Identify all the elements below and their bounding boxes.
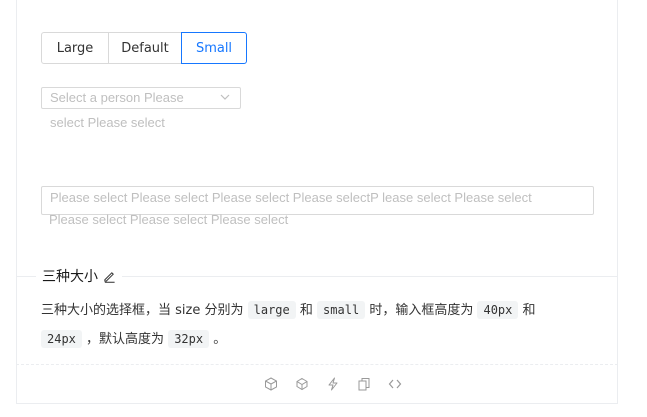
desc-text: 和 bbox=[522, 303, 536, 318]
copy-icon[interactable] bbox=[355, 375, 373, 393]
size-large-button[interactable]: Large bbox=[41, 32, 109, 64]
code-24px: 24px bbox=[41, 330, 82, 348]
code-large: large bbox=[247, 301, 296, 319]
chevron-down-icon bbox=[220, 94, 230, 100]
desc-text: 和 bbox=[299, 303, 313, 318]
wide-select-placeholder-overflow: Please select Please select Please selec… bbox=[49, 212, 289, 227]
code-small: small bbox=[317, 301, 366, 319]
codepen-icon[interactable] bbox=[293, 375, 311, 393]
small-select[interactable]: Select a person Please bbox=[41, 87, 241, 109]
code-actions bbox=[262, 375, 404, 393]
demo-meta-title: 三种大小 bbox=[36, 266, 122, 286]
wide-select[interactable]: Please select Please select Please selec… bbox=[41, 186, 594, 215]
codesandbox-icon[interactable] bbox=[262, 375, 280, 393]
desc-text: ，默认高度为 bbox=[86, 332, 165, 347]
desc-text: 时，输入框高度为 bbox=[369, 303, 474, 318]
code-40px: 40px bbox=[477, 301, 519, 319]
wide-select-placeholder: Please select Please select Please selec… bbox=[50, 190, 532, 205]
small-select-placeholder: Select a person Please bbox=[50, 90, 184, 105]
stackblitz-icon[interactable] bbox=[324, 375, 342, 393]
small-select-placeholder-overflow: select Please select bbox=[50, 115, 165, 130]
desc-text: 。 bbox=[213, 332, 227, 347]
code-32px: 32px bbox=[168, 330, 210, 348]
desc-text: 三种大小的选择框，当 size 分别为 bbox=[41, 303, 244, 318]
size-default-button[interactable]: Default bbox=[108, 32, 182, 64]
demo-description: 三种大小的选择框，当 size 分别为 large 和 small 时，输入框高… bbox=[41, 296, 591, 354]
size-small-button[interactable]: Small bbox=[181, 32, 247, 64]
actions-divider bbox=[16, 364, 618, 365]
size-radio-group: Large Default Small bbox=[41, 32, 247, 64]
edit-icon[interactable] bbox=[103, 270, 116, 283]
demo-title: 三种大小 bbox=[42, 269, 98, 285]
code-expand-icon[interactable] bbox=[386, 375, 404, 393]
